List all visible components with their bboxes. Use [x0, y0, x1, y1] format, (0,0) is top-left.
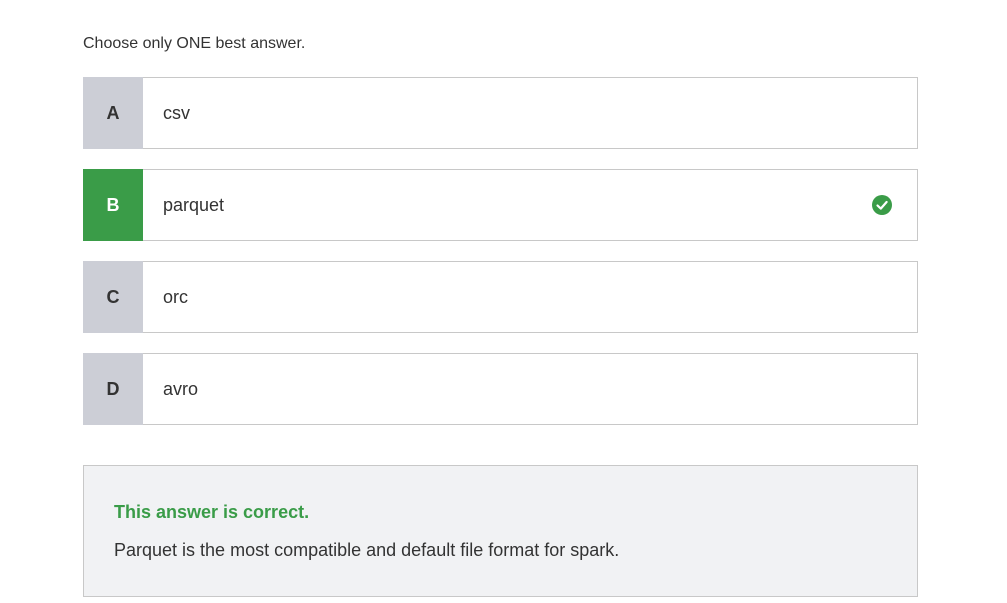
option-text: csv [163, 102, 190, 123]
answer-options: A csv B parquet C orc D avro [83, 77, 918, 445]
option-letter: A [83, 77, 143, 149]
quiz-page: Choose only ONE best answer. A csv B par… [0, 0, 1007, 603]
option-letter: D [83, 353, 143, 425]
option-a[interactable]: A csv [83, 77, 918, 149]
feedback-explanation: Parquet is the most compatible and defau… [114, 540, 620, 560]
option-text: orc [163, 286, 189, 307]
option-d[interactable]: D avro [83, 353, 918, 425]
feedback-status: This answer is correct. [114, 502, 310, 522]
option-letter: C [83, 261, 143, 333]
option-b[interactable]: B parquet [83, 169, 918, 241]
option-text: avro [163, 378, 199, 399]
option-c[interactable]: C orc [83, 261, 918, 333]
instruction-text: Choose only ONE best answer. [83, 35, 306, 52]
option-text: parquet [163, 194, 225, 215]
feedback-panel: This answer is correct. Parquet is the m… [83, 465, 918, 597]
check-circle-icon [872, 195, 892, 215]
option-letter: B [83, 169, 143, 241]
